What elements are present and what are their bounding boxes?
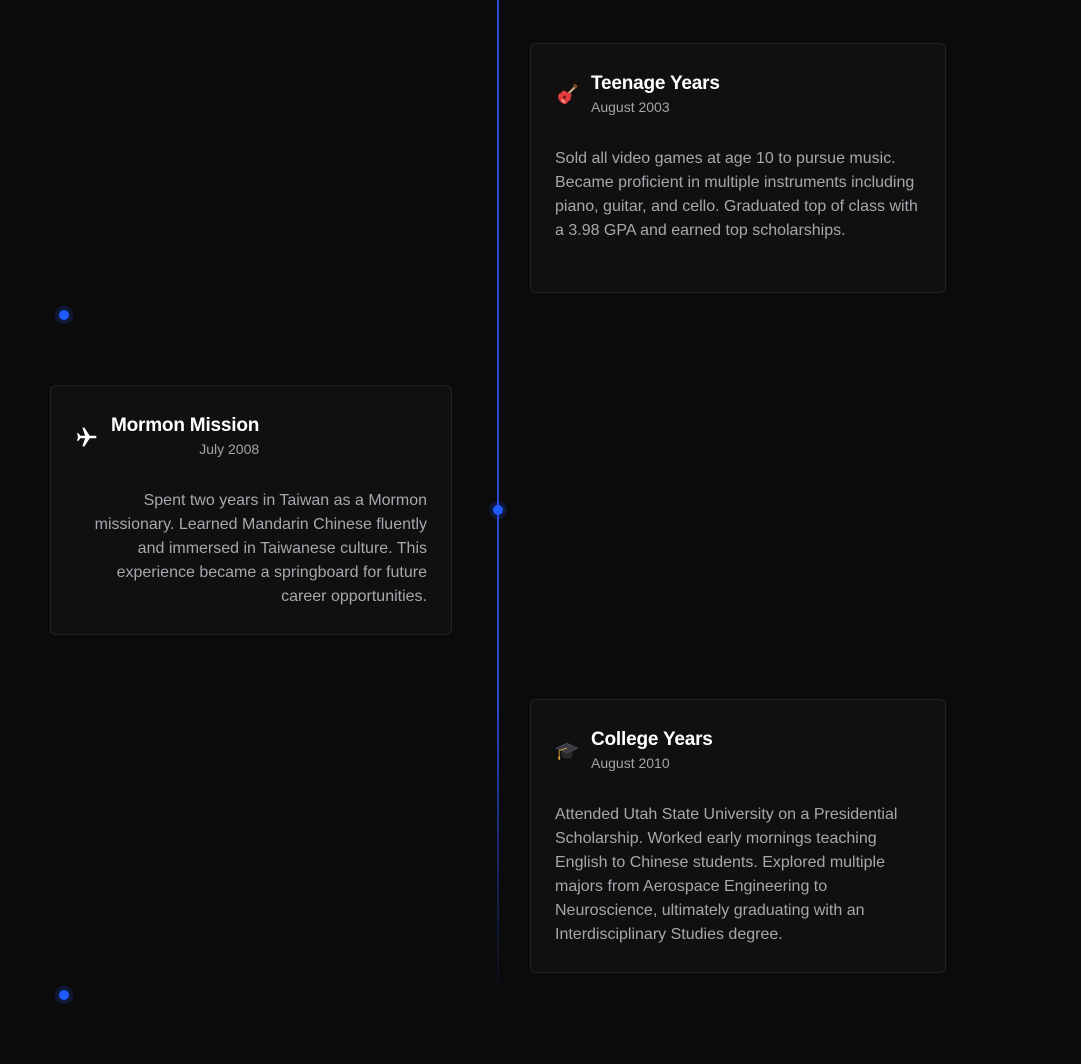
card-titles: Mormon Mission July 2008: [111, 414, 259, 459]
airplane-icon: [75, 425, 99, 449]
timeline-card-mormon-mission: Mormon Mission July 2008 Spent two years…: [50, 385, 452, 635]
timeline-dot: [59, 310, 69, 320]
card-description: Spent two years in Taiwan as a Mormon mi…: [94, 492, 427, 605]
card-date: August 2003: [591, 99, 670, 115]
card-header: Teenage Years August 2003: [555, 72, 921, 117]
card-description: Attended Utah State University on a Pres…: [555, 806, 898, 943]
card-titles: Teenage Years August 2003: [591, 72, 720, 117]
card-titles: College Years August 2010: [591, 728, 713, 773]
guitar-icon: [555, 83, 579, 107]
timeline-dot: [59, 990, 69, 1000]
card-date: July 2008: [199, 441, 260, 457]
card-description: Sold all video games at age 10 to pursue…: [555, 150, 918, 239]
timeline-card-teenage-years: Teenage Years August 2003 Sold all video…: [530, 43, 946, 293]
card-header: Mormon Mission July 2008: [75, 414, 427, 459]
card-title: Teenage Years: [591, 73, 720, 94]
timeline-page: Teenage Years August 2003 Sold all video…: [0, 0, 1081, 1064]
timeline-line: [497, 0, 499, 1000]
timeline-card-college-years: College Years August 2010 Attended Utah …: [530, 699, 946, 973]
card-header: College Years August 2010: [555, 728, 921, 773]
timeline-dot: [493, 505, 503, 515]
card-title: Mormon Mission: [111, 415, 260, 436]
graduation-cap-icon: [555, 739, 579, 763]
card-date: August 2010: [591, 755, 670, 771]
card-title: College Years: [591, 729, 713, 750]
